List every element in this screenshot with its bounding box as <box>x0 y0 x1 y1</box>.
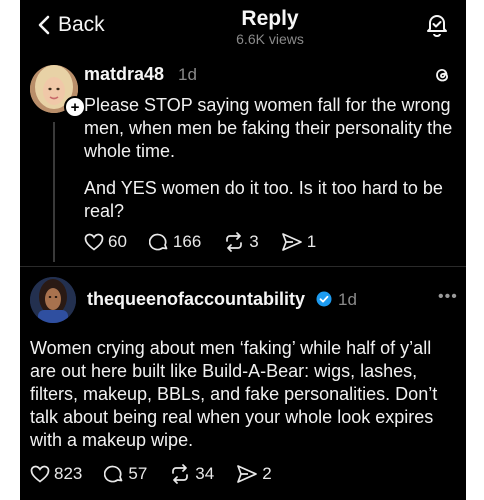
repost-button[interactable]: 34 <box>169 464 214 484</box>
chevron-left-icon <box>38 15 50 35</box>
page-margin <box>466 0 484 500</box>
reply-timestamp: 1d <box>338 290 357 309</box>
like-button[interactable]: 823 <box>30 464 82 484</box>
more-options-button[interactable]: ••• <box>438 288 458 306</box>
post-paragraph: And YES women do it too. Is it too hard … <box>84 178 443 221</box>
comment-count: 166 <box>172 232 202 251</box>
comment-icon <box>104 465 123 483</box>
bell-check-icon <box>427 15 447 37</box>
app-screen: Back Reply 6.6K views + matdra48 1d Plea… <box>20 0 466 500</box>
share-icon <box>237 465 258 483</box>
like-count: 60 <box>108 232 127 251</box>
more-icon: ••• <box>438 288 458 305</box>
repost-icon <box>226 232 243 252</box>
post-paragraph: Please STOP saying women fall for the wr… <box>84 95 453 161</box>
heart-icon <box>84 233 104 251</box>
repost-count: 34 <box>195 464 215 483</box>
follow-button[interactable]: + <box>64 96 86 118</box>
post-body: Please STOP saying women fall for the wr… <box>84 94 456 237</box>
reply-body: Women crying about men ‘faking’ while ha… <box>30 338 438 450</box>
share-count: 2 <box>262 464 272 483</box>
heart-icon <box>30 465 50 483</box>
reply-actions: 823 57 34 2 <box>30 464 294 484</box>
thread-line <box>53 122 55 262</box>
comment-button[interactable]: 57 <box>104 464 147 484</box>
threads-icon <box>436 68 448 82</box>
verified-badge <box>316 291 332 312</box>
reply-username[interactable]: thequeenofaccountability <box>87 289 305 310</box>
verified-icon <box>316 291 332 307</box>
repost-button[interactable]: 3 <box>223 232 259 252</box>
comment-count: 57 <box>128 464 148 483</box>
plus-icon: + <box>70 98 80 116</box>
like-button[interactable]: 60 <box>84 232 127 252</box>
post-username[interactable]: matdra48 <box>84 64 164 85</box>
page-title: Reply <box>241 7 299 30</box>
share-count: 1 <box>306 232 317 251</box>
post-timestamp: 1d <box>178 65 197 84</box>
share-button[interactable]: 1 <box>281 232 316 252</box>
post-actions: 60 166 3 1 <box>84 232 338 252</box>
share-icon <box>281 233 302 251</box>
like-count: 823 <box>54 464 83 483</box>
comment-icon <box>148 233 168 251</box>
repost-count: 3 <box>249 232 259 251</box>
notification-button[interactable] <box>424 12 450 43</box>
threads-logo-button[interactable] <box>432 65 452 90</box>
comment-button[interactable]: 166 <box>148 232 202 252</box>
share-button[interactable]: 2 <box>236 464 272 484</box>
avatar[interactable] <box>30 277 76 323</box>
repost-icon <box>172 464 189 484</box>
back-button[interactable]: Back <box>38 13 105 37</box>
divider <box>20 266 466 267</box>
back-label: Back <box>58 13 105 36</box>
view-count: 6.6K views <box>236 31 304 47</box>
